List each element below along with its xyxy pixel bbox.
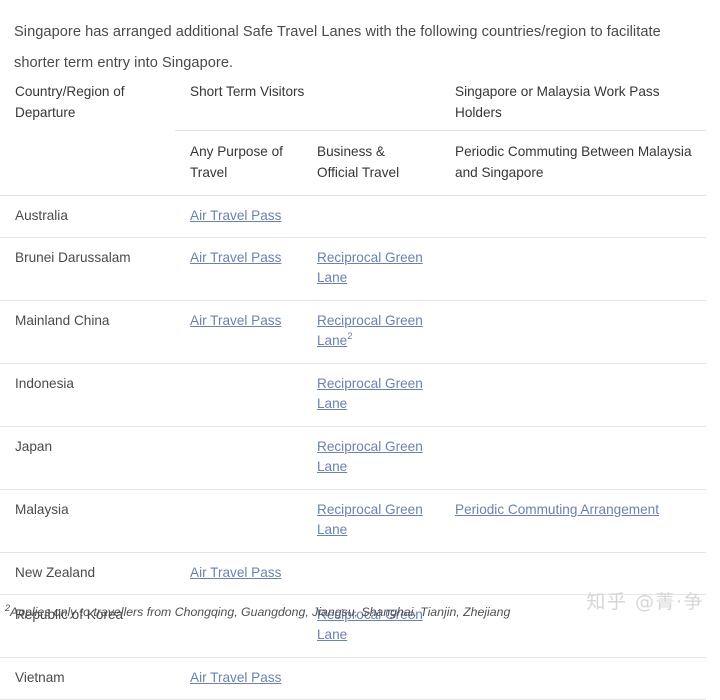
reciprocal-green-lane-link[interactable]: Reciprocal Green Lane: [317, 502, 423, 537]
cell-periodic-commuting: [440, 426, 707, 490]
cell-business-official-travel: [302, 657, 441, 700]
country-label: Indonesia: [15, 376, 74, 391]
cell-periodic-commuting: [440, 657, 707, 700]
reciprocal-green-lane-link[interactable]: Reciprocal Green Lane2: [317, 313, 423, 348]
cell-periodic-commuting: [440, 363, 707, 427]
cell-business-official-travel: Reciprocal Green Lane: [302, 237, 441, 301]
cell-any-purpose-of-travel: Air Travel Pass: [175, 237, 302, 301]
table-row: Australia Air Travel Pass: [0, 195, 707, 238]
cell-any-purpose-of-travel: [175, 363, 302, 427]
cell-any-purpose-of-travel: Air Travel Pass: [175, 657, 302, 700]
column-header-short-term-visitors: Short Term Visitors: [175, 71, 441, 131]
table-row: Vietnam Air Travel Pass: [0, 657, 707, 700]
header-group-row: Country/Region of Departure Short Term V…: [0, 71, 707, 131]
cell-business-official-travel: [302, 552, 441, 595]
table-row: Brunei Darussalam Air Travel Pass Reciproc…: [0, 237, 707, 301]
table-row: Mainland China Air Travel Pass Reciprocal …: [0, 300, 707, 364]
reciprocal-green-lane-link[interactable]: Reciprocal Green Lane: [317, 376, 423, 411]
column-header-work-pass-holders: Singapore or Malaysia Work Pass Holders: [440, 71, 707, 131]
column-header-business-official: Business & Official Travel: [317, 144, 400, 180]
cell-any-purpose-of-travel: Air Travel Pass: [175, 552, 302, 595]
cell-country: Mainland China: [0, 300, 175, 364]
table-row: Japan Reciprocal Green Lane: [0, 426, 707, 490]
cell-business-official-travel: Reciprocal Green Lane: [302, 363, 441, 427]
cell-periodic-commuting: [440, 300, 707, 364]
column-header-country: Country/Region of Departure: [15, 84, 125, 120]
table-row: Indonesia Reciprocal Green Lane: [0, 363, 707, 427]
travel-lane-page: Singapore has arranged additional Safe T…: [0, 0, 720, 700]
cell-business-official-travel: Reciprocal Green Lane: [302, 426, 441, 490]
footnote: 2Applies only to travellers from Chongqi…: [5, 603, 565, 621]
table-body: Australia Air Travel Pass Brunei Darussala…: [0, 195, 707, 700]
cell-periodic-commuting: Periodic Commuting Arrangement: [440, 489, 707, 553]
column-header-any-purpose: Any Purpose of Travel: [190, 144, 283, 180]
cell-periodic-commuting: [440, 237, 707, 301]
cell-business-official-travel: [302, 195, 441, 238]
cell-business-official-travel: Reciprocal Green Lane2: [302, 300, 441, 364]
cell-country: Vietnam: [0, 657, 175, 700]
table-head: Country/Region of Departure Short Term V…: [0, 71, 707, 196]
footnote-text: Applies only to travellers from Chongqin…: [10, 605, 511, 620]
air-travel-pass-link[interactable]: Air Travel Pass: [190, 565, 281, 580]
country-label: Vietnam: [15, 670, 65, 685]
cell-country: Japan: [0, 426, 175, 490]
column-header-periodic-commuting: Periodic Commuting Between Malaysia and …: [455, 144, 692, 180]
zhihu-watermark: 知乎 @菁·争: [586, 591, 704, 613]
cell-country: Malaysia: [0, 489, 175, 553]
cell-any-purpose-of-travel: [175, 489, 302, 553]
reciprocal-green-lane-link[interactable]: Reciprocal Green Lane: [317, 439, 423, 474]
cell-country: Australia: [0, 195, 175, 238]
intro-paragraph: Singapore has arranged additional Safe T…: [14, 23, 661, 71]
reciprocal-green-lane-link[interactable]: Reciprocal Green Lane: [317, 250, 423, 285]
cell-any-purpose-of-travel: [175, 426, 302, 490]
periodic-commuting-arrangement-link[interactable]: Periodic Commuting Arrangement: [455, 502, 659, 517]
cell-country: Indonesia: [0, 363, 175, 427]
cell-country: Brunei Darussalam: [0, 237, 175, 301]
cell-any-purpose-of-travel: Air Travel Pass: [175, 300, 302, 364]
cell-business-official-travel: Reciprocal Green Lane: [302, 489, 441, 553]
country-label: Malaysia: [15, 502, 69, 517]
cell-any-purpose-of-travel: Air Travel Pass: [175, 195, 302, 238]
country-label: Australia: [15, 208, 68, 223]
air-travel-pass-link[interactable]: Air Travel Pass: [190, 670, 281, 685]
air-travel-pass-link[interactable]: Air Travel Pass: [190, 208, 281, 223]
country-label: Brunei Darussalam: [15, 250, 131, 265]
cell-country: New Zealand: [0, 552, 175, 595]
table-row: Malaysia Reciprocal Green Lane Periodic Co…: [0, 489, 707, 553]
country-label: Mainland China: [15, 313, 110, 328]
country-label: Japan: [15, 439, 53, 454]
cell-periodic-commuting: [440, 195, 707, 238]
country-label: New Zealand: [15, 565, 96, 580]
air-travel-pass-link[interactable]: Air Travel Pass: [190, 250, 281, 265]
air-travel-pass-link[interactable]: Air Travel Pass: [190, 313, 281, 328]
